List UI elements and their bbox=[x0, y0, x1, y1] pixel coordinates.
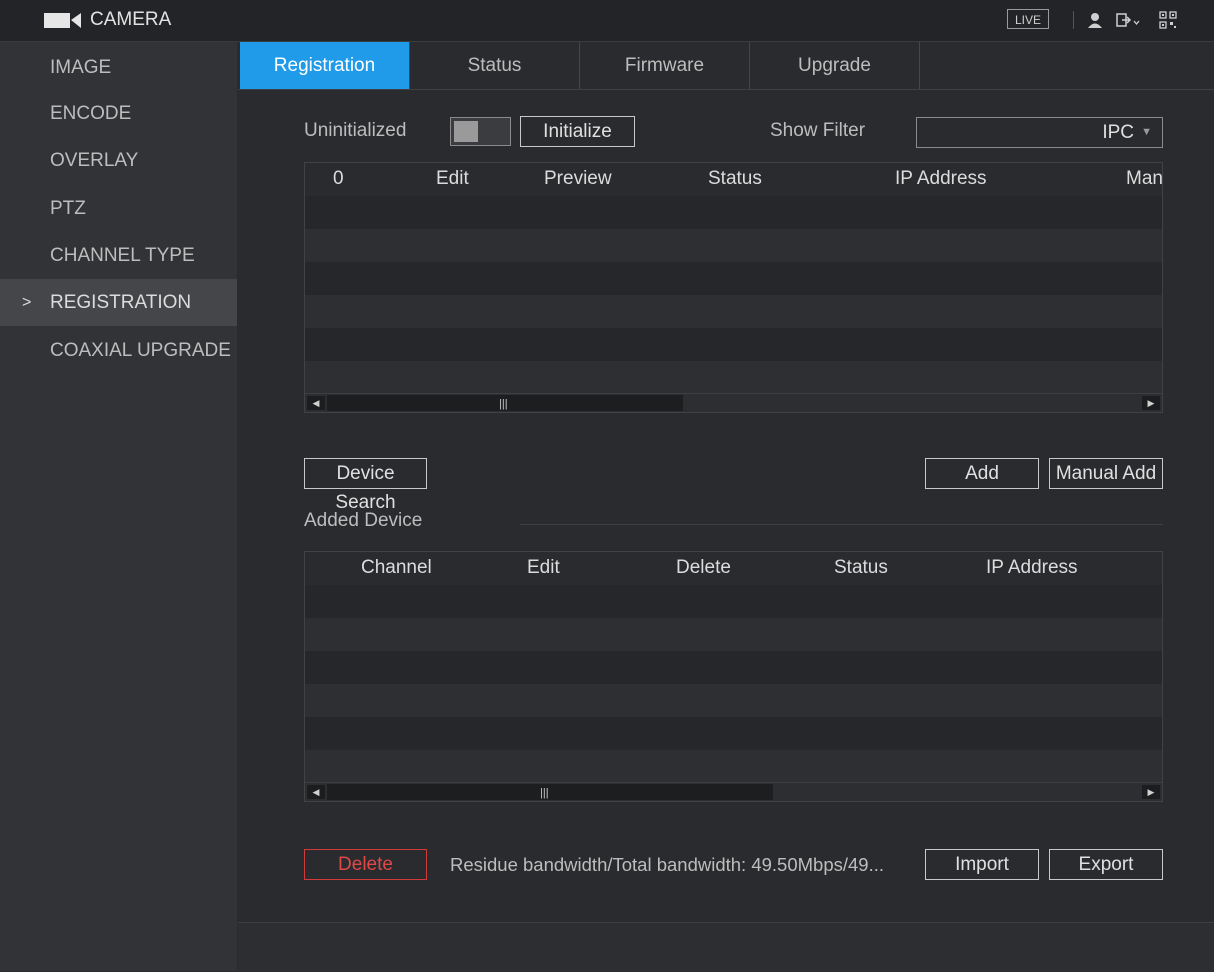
scroll-thumb[interactable]: ||| bbox=[327, 395, 683, 411]
show-filter-select[interactable]: IPC ▼ bbox=[916, 117, 1163, 148]
sidebar-item-channel-type[interactable]: CHANNEL TYPE bbox=[0, 232, 237, 279]
column-header-preview: Preview bbox=[544, 168, 612, 189]
scroll-right-icon[interactable]: ▶ bbox=[1142, 396, 1160, 410]
tab-upgrade[interactable]: Upgrade bbox=[750, 42, 920, 89]
column-header-status: Status bbox=[708, 168, 762, 189]
grip-icon: ||| bbox=[499, 398, 508, 410]
found-device-table: 0 Edit Preview Status IP Address Manu ◀ … bbox=[304, 162, 1163, 413]
table-row[interactable] bbox=[305, 750, 1162, 783]
uninitialized-label: Uninitialized bbox=[304, 120, 407, 141]
column-header-edit: Edit bbox=[527, 557, 560, 578]
column-header-channel: Channel bbox=[361, 557, 432, 578]
table-row[interactable] bbox=[305, 684, 1162, 717]
sidebar-item-label: OVERLAY bbox=[50, 150, 139, 171]
table-row[interactable] bbox=[305, 585, 1162, 618]
sidebar-item-overlay[interactable]: OVERLAY bbox=[0, 137, 237, 184]
tab-bar: Registration Status Firmware Upgrade bbox=[238, 42, 1214, 90]
table-row[interactable] bbox=[305, 618, 1162, 651]
horizontal-scrollbar[interactable]: ◀ ||| ▶ bbox=[305, 393, 1162, 412]
sidebar-item-label: REGISTRATION bbox=[50, 292, 192, 313]
export-button[interactable]: Export bbox=[1049, 849, 1163, 880]
qr-code-icon[interactable] bbox=[1159, 11, 1177, 29]
scroll-left-icon[interactable]: ◀ bbox=[307, 396, 325, 410]
table-row[interactable] bbox=[305, 717, 1162, 750]
app-title: CAMERA bbox=[90, 9, 172, 30]
sidebar-item-image[interactable]: IMAGE bbox=[0, 44, 237, 91]
table-body bbox=[305, 585, 1162, 783]
scroll-thumb[interactable]: ||| bbox=[327, 784, 773, 800]
table-row[interactable] bbox=[305, 328, 1162, 361]
show-filter-label: Show Filter bbox=[770, 120, 866, 141]
tab-status[interactable]: Status bbox=[409, 42, 580, 89]
table-row[interactable] bbox=[305, 262, 1162, 295]
table-row[interactable] bbox=[305, 295, 1162, 328]
chevron-down-icon: ▼ bbox=[1141, 126, 1152, 138]
sidebar-item-label: COAXIAL UPGRADE bbox=[50, 340, 231, 361]
table-header: Channel Edit Delete Status IP Address bbox=[305, 552, 1162, 586]
table-body bbox=[305, 196, 1162, 394]
sidebar-item-label: PTZ bbox=[50, 198, 86, 219]
header-divider bbox=[1073, 11, 1074, 29]
sidebar-item-label: IMAGE bbox=[50, 57, 112, 78]
live-button[interactable]: LIVE bbox=[1007, 9, 1049, 29]
horizontal-scrollbar[interactable]: ◀ ||| ▶ bbox=[305, 782, 1162, 801]
column-header-select[interactable]: 0 bbox=[333, 168, 344, 190]
added-device-table: Channel Edit Delete Status IP Address ◀ … bbox=[304, 551, 1163, 802]
table-header: 0 Edit Preview Status IP Address Manu bbox=[305, 163, 1162, 197]
sidebar-item-coaxial-upgrade[interactable]: COAXIAL UPGRADE bbox=[0, 327, 237, 374]
initialize-button[interactable]: Initialize bbox=[520, 116, 635, 147]
import-button[interactable]: Import bbox=[925, 849, 1039, 880]
table-row[interactable] bbox=[305, 229, 1162, 262]
camera-icon bbox=[44, 13, 81, 28]
toggle-knob bbox=[454, 121, 478, 142]
active-arrow-icon: > bbox=[22, 294, 32, 311]
main-panel: Registration Status Firmware Upgrade Uni… bbox=[238, 42, 1214, 972]
manual-add-button[interactable]: Manual Add bbox=[1049, 458, 1163, 489]
table-row[interactable] bbox=[305, 196, 1162, 229]
bottom-bar bbox=[238, 922, 1214, 972]
section-divider bbox=[520, 524, 1163, 525]
column-header-ip-address: IP Address bbox=[895, 168, 987, 189]
add-button[interactable]: Add bbox=[925, 458, 1039, 489]
bandwidth-status: Residue bandwidth/Total bandwidth: 49.50… bbox=[450, 854, 885, 875]
top-bar: CAMERA LIVE bbox=[0, 0, 1214, 42]
tab-registration[interactable]: Registration bbox=[240, 42, 409, 89]
tab-firmware[interactable]: Firmware bbox=[580, 42, 750, 89]
table-row[interactable] bbox=[305, 651, 1162, 684]
grip-icon: ||| bbox=[540, 787, 549, 799]
sidebar-item-registration[interactable]: > REGISTRATION bbox=[0, 279, 237, 326]
device-search-button[interactable]: Device Search bbox=[304, 458, 427, 513]
sidebar-item-encode[interactable]: ENCODE bbox=[0, 90, 237, 137]
sidebar-item-ptz[interactable]: PTZ bbox=[0, 185, 237, 232]
column-header-manufacturer: Manu bbox=[1126, 168, 1163, 189]
filter-value: IPC bbox=[1102, 122, 1134, 143]
sidebar-item-label: ENCODE bbox=[50, 103, 132, 124]
added-device-label: Added Device bbox=[304, 510, 423, 531]
logout-icon[interactable] bbox=[1116, 12, 1140, 28]
column-header-status: Status bbox=[834, 557, 888, 578]
scroll-right-icon[interactable]: ▶ bbox=[1142, 785, 1160, 799]
column-header-ip-address: IP Address bbox=[986, 557, 1078, 578]
column-header-edit: Edit bbox=[436, 168, 469, 189]
table-row[interactable] bbox=[305, 361, 1162, 394]
sidebar: IMAGE ENCODE OVERLAY PTZ CHANNEL TYPE > … bbox=[0, 42, 237, 971]
delete-button[interactable]: Delete bbox=[304, 849, 427, 880]
uninitialized-toggle[interactable] bbox=[450, 117, 511, 146]
column-header-delete: Delete bbox=[676, 557, 731, 578]
user-icon[interactable] bbox=[1088, 12, 1102, 28]
sidebar-item-label: CHANNEL TYPE bbox=[50, 245, 195, 266]
scroll-left-icon[interactable]: ◀ bbox=[307, 785, 325, 799]
